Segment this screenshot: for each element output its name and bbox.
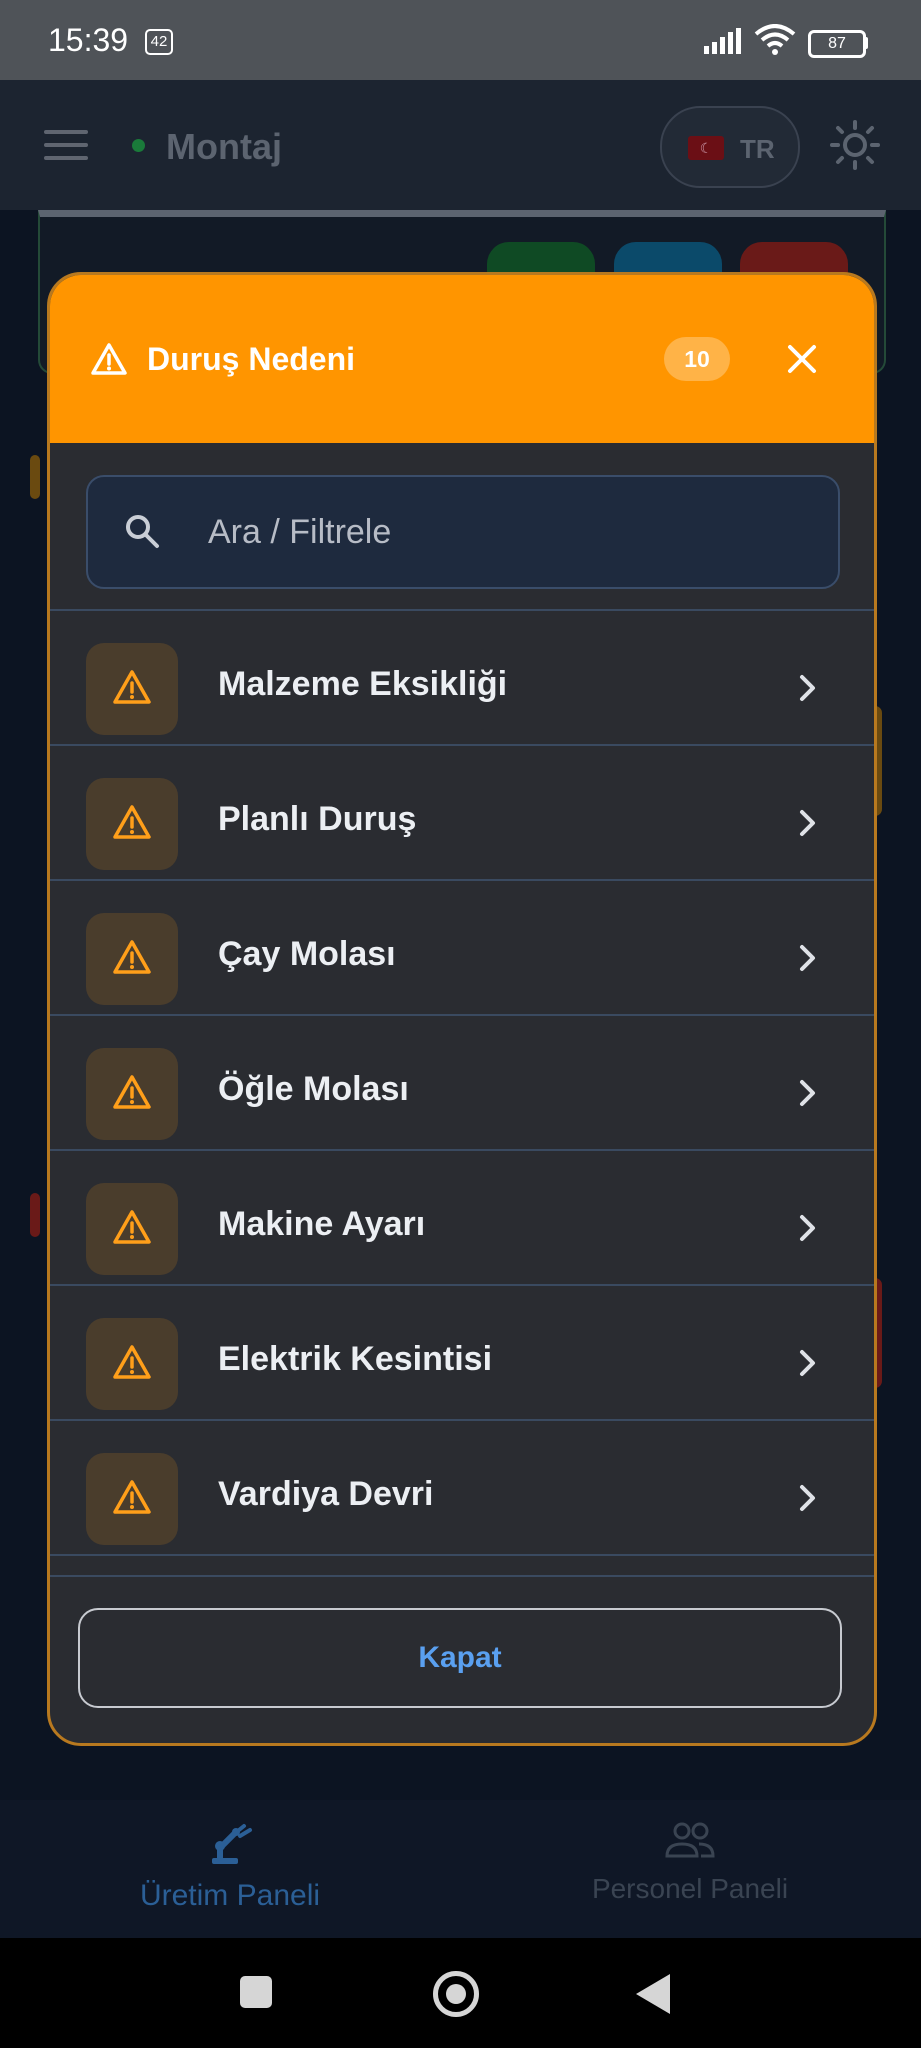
people-icon bbox=[665, 1822, 715, 1858]
back-button[interactable] bbox=[636, 1974, 670, 2014]
footer-divider bbox=[50, 1575, 874, 1577]
list-item[interactable]: Planlı Duruş bbox=[50, 744, 874, 879]
wifi-icon bbox=[754, 24, 796, 55]
item-icon-box bbox=[86, 913, 178, 1005]
modal-title: Duruş Nedeni bbox=[147, 341, 356, 377]
robot-arm-icon bbox=[212, 1824, 252, 1864]
count-badge: 10 bbox=[664, 337, 730, 381]
list-item[interactable]: Elektrik Kesintisi bbox=[50, 1284, 874, 1419]
list-item[interactable]: Malzeme Eksikliği bbox=[50, 609, 874, 744]
close-icon[interactable] bbox=[784, 341, 820, 377]
warning-icon bbox=[113, 940, 151, 974]
warning-icon bbox=[113, 1345, 151, 1379]
downtime-reason-modal: Duruş Nedeni 10 Malzeme Eksikliği Planlı… bbox=[47, 272, 877, 1746]
system-nav-bar bbox=[0, 1938, 921, 2048]
reason-list: Malzeme Eksikliği Planlı Duruş Çay Molas… bbox=[50, 609, 874, 1556]
item-label: Öğle Molası bbox=[218, 1070, 409, 1108]
page-title: Montaj bbox=[166, 126, 282, 167]
item-icon-box bbox=[86, 1183, 178, 1275]
menu-icon[interactable] bbox=[44, 130, 88, 162]
list-item[interactable]: Çay Molası bbox=[50, 879, 874, 1014]
home-button[interactable] bbox=[433, 1971, 479, 2017]
chevron-right-icon bbox=[800, 1215, 815, 1241]
theme-toggle-sun-icon[interactable] bbox=[830, 120, 880, 170]
item-icon-box bbox=[86, 778, 178, 870]
nav-item-personnel[interactable]: Personel Paneli bbox=[500, 1820, 880, 1905]
item-icon-box bbox=[86, 643, 178, 735]
chevron-right-icon bbox=[800, 1080, 815, 1106]
close-button[interactable]: Kapat bbox=[78, 1608, 842, 1708]
turkey-flag-icon: ☾ bbox=[688, 136, 724, 160]
item-label: Planlı Duruş bbox=[218, 800, 417, 838]
list-item[interactable]: Vardiya Devri bbox=[50, 1419, 874, 1554]
background-strip bbox=[30, 1193, 40, 1237]
status-bar: 15:39 42 87 bbox=[0, 0, 921, 80]
nav-label: Personel Paneli bbox=[591, 1873, 789, 1904]
search-input[interactable] bbox=[206, 503, 810, 561]
warning-icon bbox=[113, 1210, 151, 1244]
notification-badge: 42 bbox=[145, 29, 173, 55]
warning-icon bbox=[113, 670, 151, 704]
list-item[interactable]: Makine Ayarı bbox=[50, 1149, 874, 1284]
search-box bbox=[86, 475, 840, 589]
nav-label: Üretim Paneli bbox=[139, 1879, 321, 1912]
nav-item-production[interactable]: Üretim Paneli bbox=[40, 1820, 420, 1913]
language-code: TR bbox=[740, 134, 775, 164]
search-icon bbox=[126, 515, 159, 548]
language-selector[interactable]: ☾ TR bbox=[660, 106, 800, 188]
item-icon-box bbox=[86, 1453, 178, 1545]
signal-icon bbox=[704, 28, 741, 54]
status-dot bbox=[132, 139, 145, 152]
background-strip bbox=[30, 455, 40, 499]
item-icon-box bbox=[86, 1318, 178, 1410]
list-divider bbox=[50, 1554, 874, 1556]
battery-indicator: 87 bbox=[808, 30, 866, 58]
item-icon-box bbox=[86, 1048, 178, 1140]
item-label: Çay Molası bbox=[218, 935, 396, 973]
bottom-nav: Üretim Paneli Personel Paneli bbox=[0, 1800, 921, 1938]
item-label: Makine Ayarı bbox=[218, 1205, 426, 1243]
chevron-right-icon bbox=[800, 675, 815, 701]
app-bar: Montaj ☾ TR bbox=[0, 80, 921, 210]
chevron-right-icon bbox=[800, 1485, 815, 1511]
item-label: Vardiya Devri bbox=[218, 1475, 434, 1513]
warning-icon bbox=[113, 1075, 151, 1109]
item-label: Elektrik Kesintisi bbox=[218, 1340, 493, 1378]
modal-header: Duruş Nedeni 10 bbox=[50, 275, 874, 443]
warning-icon bbox=[91, 343, 127, 375]
chevron-right-icon bbox=[800, 945, 815, 971]
list-item[interactable]: Öğle Molası bbox=[50, 1014, 874, 1149]
warning-icon bbox=[113, 805, 151, 839]
recents-button[interactable] bbox=[240, 1976, 272, 2008]
chevron-right-icon bbox=[800, 1350, 815, 1376]
item-label: Malzeme Eksikliği bbox=[218, 665, 508, 703]
chevron-right-icon bbox=[800, 810, 815, 836]
battery-tip bbox=[864, 37, 868, 49]
clock: 15:39 bbox=[48, 22, 129, 58]
warning-icon bbox=[113, 1480, 151, 1514]
